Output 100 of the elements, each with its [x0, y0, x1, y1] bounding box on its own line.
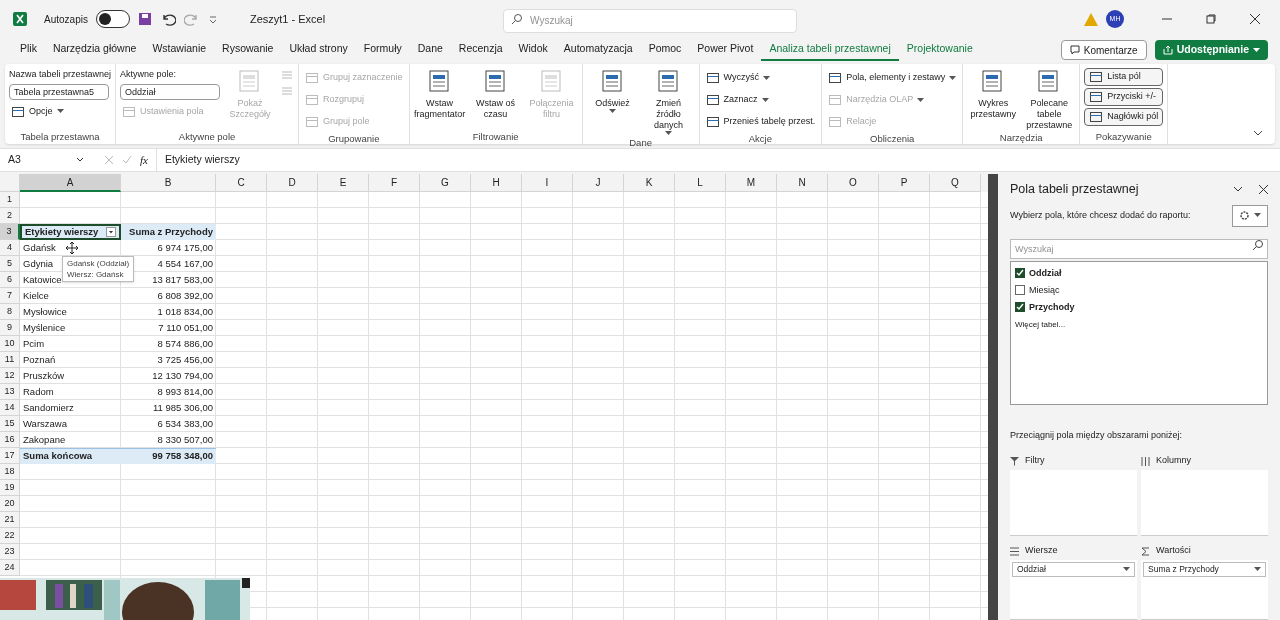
row-header[interactable]: 19 [0, 480, 20, 496]
checkbox[interactable] [1015, 268, 1025, 279]
row-header[interactable]: 6 [0, 272, 20, 288]
row-header[interactable]: 17 [0, 448, 20, 464]
row-header[interactable]: 23 [0, 544, 20, 560]
ribbon-tab[interactable]: Narzędzia główne [44, 39, 145, 61]
ribbon-button[interactable]: Opcje [9, 101, 112, 122]
ribbon-button[interactable]: Odśwież [586, 68, 639, 114]
row-header[interactable]: 11 [0, 352, 20, 368]
close-icon[interactable] [1259, 184, 1268, 194]
group-label: Pokazywanie [1094, 130, 1153, 144]
search-field[interactable]: Wyszukaj [1010, 238, 1268, 259]
ribbon-button[interactable]: Zmień źródło danych [642, 68, 695, 136]
ribbon-button[interactable]: Zaznacz [703, 90, 818, 110]
row-header[interactable]: 24 [0, 560, 20, 576]
command-icon [705, 115, 720, 129]
ribbon-tab[interactable]: Rysowanie [214, 39, 282, 61]
chevron-down-icon[interactable] [1233, 185, 1243, 193]
table-cell-text: Warszawa [23, 416, 67, 431]
drag-hint: Przeciągnij pola między obszarami poniżej: [1010, 428, 1184, 442]
row-header[interactable]: 10 [0, 336, 20, 352]
table-cell-text: 6 808 392,00 [157, 288, 213, 303]
insert-function-button[interactable]: fx [140, 151, 148, 169]
ribbon-tab[interactable]: Widok [510, 39, 556, 61]
ribbon-button[interactable]: Pola, elementy i zestawy [826, 68, 959, 88]
ribbon-button[interactable]: Wstaw oś czasu [469, 68, 522, 120]
close-icon[interactable] [1250, 14, 1260, 24]
ribbon-tab[interactable]: Projektowanie [898, 39, 981, 61]
ribbon-tab[interactable]: Plik [12, 39, 45, 61]
table-cell-text: Pruszków [23, 368, 65, 383]
group-label: Filtrowanie [471, 130, 520, 144]
row-header[interactable]: 9 [0, 320, 20, 336]
row-header[interactable]: 1 [0, 192, 20, 208]
search-field[interactable]: Wyszukaj [503, 8, 798, 33]
more-tables-link[interactable]: Więcej tabel... [1015, 318, 1263, 331]
row-header[interactable]: 13 [0, 384, 20, 400]
filter-dropdown-icon[interactable] [106, 227, 116, 237]
row-header[interactable]: 12 [0, 368, 20, 384]
row-header[interactable]: 21 [0, 512, 20, 528]
drop-area[interactable]: Suma z Przychody [1141, 560, 1268, 620]
row-header[interactable]: 3 [0, 224, 20, 240]
row-header[interactable]: 7 [0, 288, 20, 304]
ribbon-tab[interactable]: Wstawianie [144, 39, 215, 61]
field-label: Oddział [1029, 266, 1062, 280]
toggle-button[interactable]: Nagłówki pól [1084, 108, 1164, 126]
ribbon-button[interactable]: Polecane tabele przestawne [1023, 68, 1076, 131]
ribbon-button[interactable]: Wstaw fragmentator [413, 68, 466, 120]
customize-icon[interactable] [207, 14, 218, 24]
restore-icon[interactable] [1206, 14, 1216, 24]
share-button[interactable]: Udostępnianie [1154, 40, 1268, 60]
row-header[interactable]: 5 [0, 256, 20, 272]
toggle-button[interactable]: Przyciski +/- [1084, 88, 1164, 106]
area-label: Wartości [1156, 544, 1191, 558]
field-caption: Nazwa tabeli przestawnej [9, 68, 112, 81]
ribbon-tab[interactable]: Formuły [355, 39, 410, 61]
row-header[interactable]: 15 [0, 416, 20, 432]
area-field-chip[interactable]: Suma z Przychody [1143, 562, 1266, 577]
ribbon-tab[interactable]: Układ strony [281, 39, 356, 61]
table-cell-text: 13 817 583,00 [152, 272, 213, 287]
ribbon-tab[interactable]: Dane [409, 39, 451, 61]
ribbon-tab[interactable]: Power Pivot [689, 39, 762, 61]
row-header[interactable]: 20 [0, 496, 20, 512]
ribbon-tab[interactable]: Pomoc [640, 39, 690, 61]
checkbox[interactable] [1015, 302, 1025, 313]
command-icon [1089, 90, 1104, 104]
autosave-switch[interactable] [95, 10, 130, 28]
row-header[interactable]: 16 [0, 432, 20, 448]
settings-icon [1239, 210, 1250, 222]
move-cursor-icon [66, 242, 78, 254]
name-box[interactable]: A3 [4, 151, 88, 169]
group-label: Tabela przestawna [19, 130, 101, 144]
command-icon [305, 71, 320, 85]
drop-area[interactable]: Oddział [1010, 560, 1137, 620]
table-cell-text: 3 725 456,00 [157, 352, 213, 367]
ribbon-button[interactable]: Wyczyść [703, 68, 818, 88]
ribbon-tab[interactable]: Recenzja [450, 39, 511, 61]
ribbon-button[interactable]: Przenieś tabelę przest. [703, 112, 818, 132]
toggle-button[interactable]: Lista pól [1084, 68, 1164, 86]
field-label: Miesiąc [1029, 283, 1060, 297]
row-header[interactable]: 4 [0, 240, 20, 256]
text-field[interactable]: Oddział [120, 83, 221, 100]
ribbon-button[interactable]: Wykres przestawny [967, 68, 1020, 120]
comments-button[interactable]: Komentarze [1060, 40, 1147, 60]
save-icon[interactable] [137, 12, 152, 26]
ribbon-tab[interactable]: Analiza tabeli przestawnej [761, 39, 899, 61]
group-label: Obliczenia [869, 132, 916, 146]
row-header[interactable]: 2 [0, 208, 20, 224]
checkbox[interactable] [1015, 285, 1025, 296]
row-header[interactable]: 22 [0, 528, 20, 544]
row-header[interactable]: 8 [0, 304, 20, 320]
collapse-ribbon-icon[interactable] [1253, 130, 1263, 136]
command-icon [1089, 70, 1104, 84]
text-field[interactable]: Tabela przestawna5 [9, 83, 109, 100]
area-field-chip[interactable]: Oddział [1012, 562, 1135, 577]
settings-button[interactable] [1232, 204, 1268, 227]
column-header[interactable]: A [20, 174, 121, 192]
row-header[interactable]: 14 [0, 400, 20, 416]
ribbon-tab[interactable]: Automatyzacja [555, 39, 641, 61]
scrollbar[interactable] [988, 174, 998, 620]
row-header[interactable]: 18 [0, 464, 20, 480]
